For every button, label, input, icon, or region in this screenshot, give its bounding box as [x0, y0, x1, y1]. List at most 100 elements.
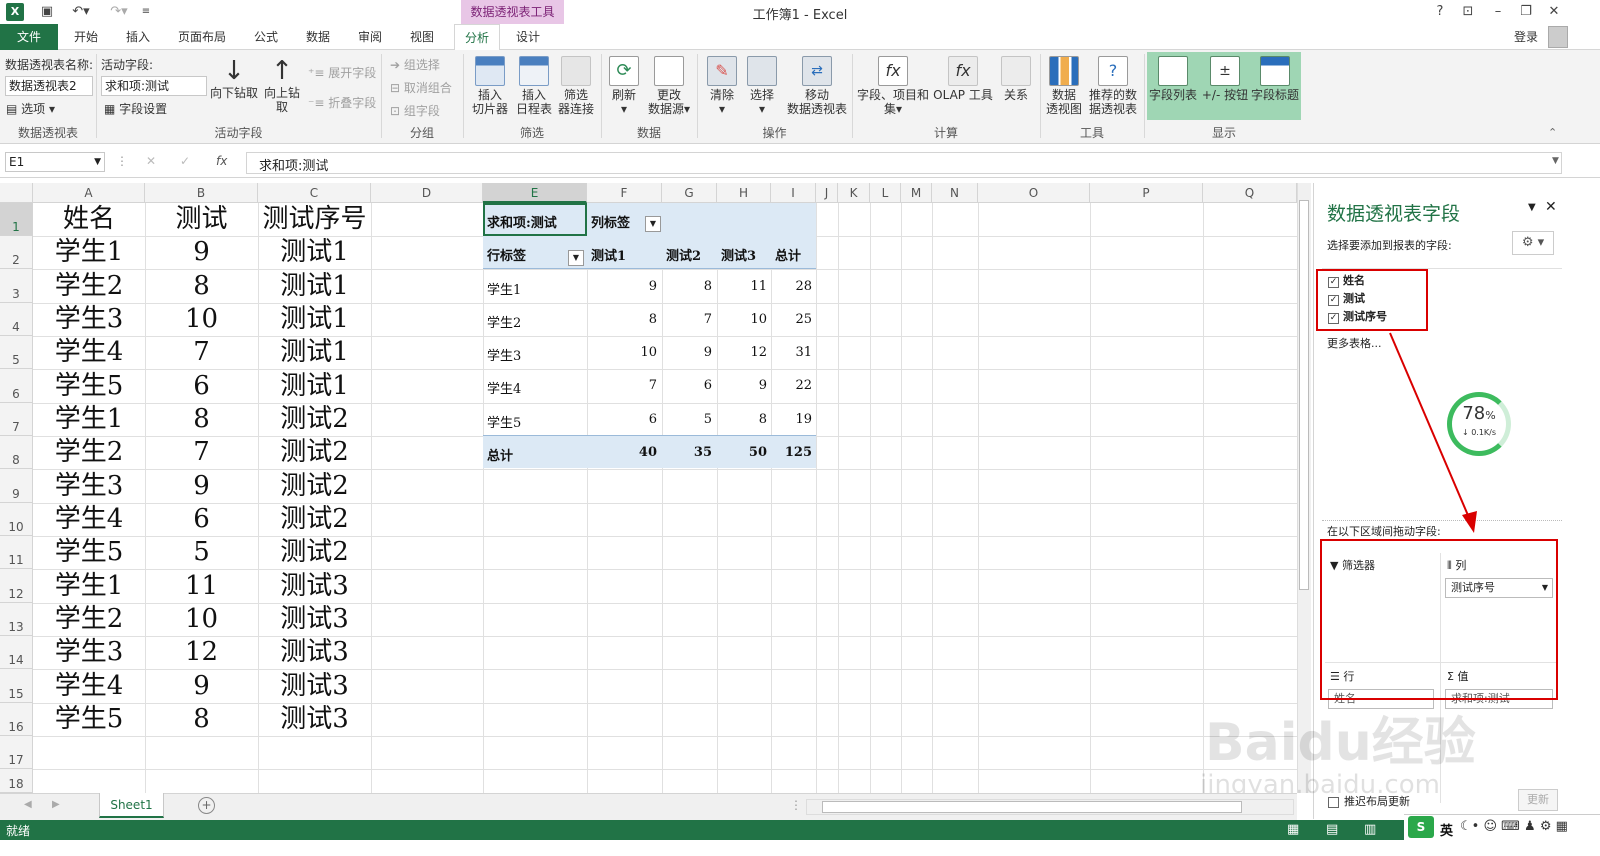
column-header-D[interactable]: D: [371, 183, 483, 203]
pivot-col-label[interactable]: 列标签: [591, 212, 630, 231]
sheet-tab-sheet1[interactable]: Sheet1: [99, 793, 164, 818]
table-cell[interactable]: 测试3: [258, 669, 371, 703]
pivot-value-cell[interactable]: 28: [772, 279, 812, 294]
row-header-5[interactable]: 5: [0, 336, 33, 369]
table-cell[interactable]: 学生4: [33, 503, 145, 536]
pivot-value-cell[interactable]: 8: [672, 279, 712, 294]
tab-insert[interactable]: 插入: [116, 24, 160, 50]
select-all-corner[interactable]: [0, 183, 33, 203]
table-cell[interactable]: 8: [145, 269, 258, 303]
pivot-row-name[interactable]: 学生2: [487, 312, 521, 331]
row-header-9[interactable]: 9: [0, 469, 33, 503]
table-cell[interactable]: 学生4: [33, 336, 145, 369]
column-header-A[interactable]: A: [33, 183, 145, 203]
table-cell[interactable]: 测试3: [258, 569, 371, 603]
enter-icon[interactable]: ✓: [180, 154, 190, 168]
row-header-15[interactable]: 15: [0, 669, 33, 703]
field-list-button[interactable]: 字段列表: [1148, 56, 1198, 102]
pivot-total-cell[interactable]: 125: [772, 445, 812, 460]
ribbon-display-icon[interactable]: ⊡: [1460, 2, 1476, 22]
pivot-value-cell[interactable]: 8: [617, 312, 657, 327]
table-cell[interactable]: 学生2: [33, 436, 145, 469]
table-cell[interactable]: 测试1: [258, 369, 371, 403]
ungroup-button[interactable]: ⊟ 取消组合: [390, 79, 452, 96]
table-cell[interactable]: 学生2: [33, 269, 145, 303]
insert-slicer-button[interactable]: 插入 切片器: [468, 56, 512, 116]
row-header-7[interactable]: 7: [0, 403, 33, 436]
formula-input[interactable]: 求和项:测试: [246, 152, 1562, 174]
pivot-row-name[interactable]: 学生5: [487, 412, 521, 431]
column-header-G[interactable]: G: [662, 183, 717, 203]
fields-items-button[interactable]: fx 字段、项目和 集▾: [856, 56, 930, 116]
table-cell[interactable]: 11: [145, 569, 258, 603]
column-header-C[interactable]: C: [258, 183, 371, 203]
tab-design[interactable]: 设计: [506, 24, 550, 50]
pivot-value-cell[interactable]: 7: [672, 312, 712, 327]
table-cell[interactable]: 学生3: [33, 469, 145, 503]
tab-file[interactable]: 文件: [0, 24, 58, 50]
page-layout-icon[interactable]: ▤: [1326, 822, 1338, 837]
pivot-value-cell[interactable]: 25: [772, 312, 812, 327]
table-cell[interactable]: 8: [145, 403, 258, 436]
page-break-icon[interactable]: ▥: [1364, 822, 1376, 837]
pivot-col-header[interactable]: 测试2: [666, 245, 701, 264]
close-icon[interactable]: ✕: [1546, 2, 1562, 22]
table-cell[interactable]: 测试1: [258, 336, 371, 369]
table-cell[interactable]: 学生5: [33, 703, 145, 736]
field-headers-button[interactable]: 字段标题: [1250, 56, 1300, 102]
row-header-11[interactable]: 11: [0, 536, 33, 569]
column-header-J[interactable]: J: [816, 183, 838, 203]
pivot-value-cell[interactable]: 10: [617, 345, 657, 360]
minimize-icon[interactable]: –: [1490, 2, 1506, 22]
change-source-button[interactable]: 更改 数据源▾: [644, 56, 694, 116]
drill-up-button[interactable]: ↑ 向上钻取: [262, 56, 302, 114]
ime-logo-icon[interactable]: S: [1408, 816, 1434, 838]
tab-page-layout[interactable]: 页面布局: [168, 24, 236, 50]
h-scroll-thumb[interactable]: [822, 801, 1242, 813]
column-header-H[interactable]: H: [717, 183, 771, 203]
expand-formula-icon[interactable]: ▼: [1552, 156, 1559, 166]
row-filter-dropdown-icon[interactable]: ▼: [568, 250, 584, 266]
row-header-3[interactable]: 3: [0, 269, 33, 303]
table-cell[interactable]: 学生5: [33, 536, 145, 569]
table-cell[interactable]: 测试1: [258, 303, 371, 336]
excel-logo-icon[interactable]: X: [6, 3, 24, 21]
select-button[interactable]: 选择 ▾: [744, 56, 780, 116]
tab-data[interactable]: 数据: [296, 24, 340, 50]
pivot-row-label[interactable]: 行标签: [487, 245, 526, 264]
pivot-value-cell[interactable]: 9: [672, 345, 712, 360]
table-cell[interactable]: 12: [145, 636, 258, 669]
table-cell[interactable]: 测试2: [258, 503, 371, 536]
table-cell[interactable]: 测试序号: [258, 203, 371, 236]
table-cell[interactable]: 8: [145, 703, 258, 736]
ime-lang[interactable]: 英: [1440, 820, 1453, 839]
avatar[interactable]: [1548, 26, 1568, 48]
table-cell[interactable]: 测试3: [258, 603, 371, 636]
help-icon[interactable]: ?: [1432, 2, 1448, 22]
row-header-6[interactable]: 6: [0, 369, 33, 403]
column-header-N[interactable]: N: [932, 183, 978, 203]
restore-icon[interactable]: ❐: [1518, 2, 1534, 22]
table-cell[interactable]: 测试2: [258, 403, 371, 436]
login-link[interactable]: 登录: [1514, 28, 1538, 45]
pivot-name-input[interactable]: 数据透视表2: [5, 76, 93, 96]
tab-view[interactable]: 视图: [400, 24, 444, 50]
expand-field-button[interactable]: ⁺≡ 展开字段: [308, 64, 376, 81]
table-cell[interactable]: 学生1: [33, 569, 145, 603]
more-tables-link[interactable]: 更多表格...: [1327, 335, 1382, 351]
collapse-field-button[interactable]: ⁻≡ 折叠字段: [308, 94, 376, 111]
table-cell[interactable]: 姓名: [33, 203, 145, 236]
column-header-P[interactable]: P: [1090, 183, 1203, 203]
pivot-total-cell[interactable]: 35: [672, 445, 712, 460]
relations-button[interactable]: 关系: [996, 56, 1036, 102]
col-filter-dropdown-icon[interactable]: ▼: [645, 216, 661, 232]
pivot-value-cell[interactable]: 12: [727, 345, 767, 360]
group-selection-button[interactable]: ➔ 组选择: [390, 56, 440, 73]
table-cell[interactable]: 学生5: [33, 369, 145, 403]
row-header-1[interactable]: 1: [0, 203, 33, 236]
table-cell[interactable]: 6: [145, 369, 258, 403]
options-button[interactable]: ▤ 选项 ▾: [6, 100, 55, 117]
table-cell[interactable]: 测试1: [258, 236, 371, 269]
pivot-total-label[interactable]: 总计: [487, 445, 513, 464]
table-cell[interactable]: 测试: [145, 203, 258, 236]
